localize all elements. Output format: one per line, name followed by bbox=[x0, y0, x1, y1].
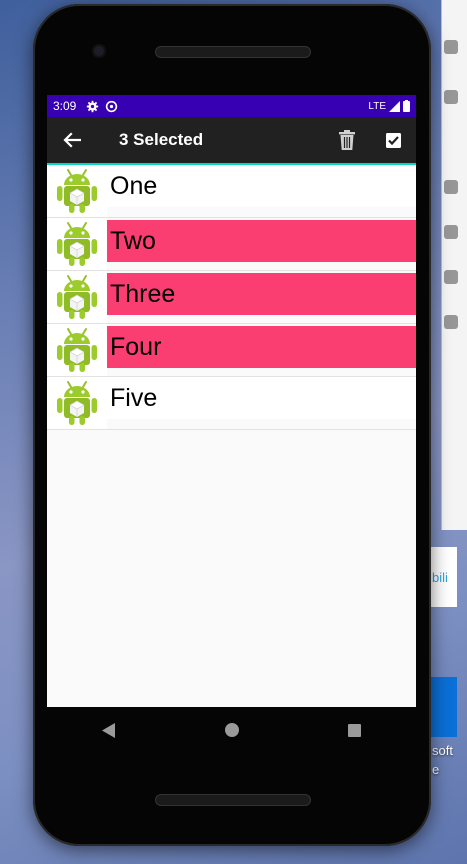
nav-recents-button[interactable] bbox=[335, 710, 375, 750]
panel-icon bbox=[444, 90, 458, 104]
top-speaker bbox=[155, 46, 311, 58]
signal-icon bbox=[389, 100, 400, 112]
delete-button[interactable] bbox=[324, 116, 370, 164]
item-icon-container bbox=[47, 324, 107, 376]
android-robot-icon bbox=[57, 222, 97, 266]
checkbox-checked-icon bbox=[385, 132, 401, 148]
nav-back-triangle-icon bbox=[101, 722, 115, 738]
back-button[interactable] bbox=[47, 116, 97, 164]
list-item[interactable]: Four bbox=[47, 324, 416, 377]
panel-icon bbox=[444, 180, 458, 194]
android-robot-icon bbox=[57, 328, 97, 372]
list-item-label: One bbox=[107, 165, 416, 207]
panel-icon bbox=[444, 315, 458, 329]
list-item-label: Two bbox=[107, 220, 416, 262]
list-item-label: Three bbox=[107, 273, 416, 315]
panel-icon bbox=[444, 40, 458, 54]
item-icon-container bbox=[47, 165, 107, 217]
settings-icon bbox=[87, 100, 99, 112]
item-icon-container bbox=[47, 218, 107, 270]
action-mode-toolbar: 3 Selected bbox=[47, 117, 416, 165]
list-item[interactable]: Three bbox=[47, 271, 416, 324]
list-item[interactable]: Two bbox=[47, 218, 416, 271]
desktop-side-panel bbox=[441, 0, 467, 530]
desktop-app-tile[interactable] bbox=[427, 677, 457, 737]
android-robot-icon bbox=[57, 169, 97, 213]
status-bar: 3:09 LTE bbox=[47, 95, 416, 117]
battery-icon bbox=[403, 100, 410, 112]
panel-icon bbox=[444, 225, 458, 239]
app-screen: 3:09 LTE 3 Selected One Two Three Four F… bbox=[47, 95, 416, 707]
nav-home-button[interactable] bbox=[212, 710, 252, 750]
status-time: 3:09 bbox=[53, 99, 77, 113]
network-type: LTE bbox=[368, 100, 386, 112]
nav-back-button[interactable] bbox=[89, 710, 129, 750]
navigation-bar bbox=[47, 707, 416, 753]
list-item[interactable]: Five bbox=[47, 377, 416, 430]
desktop-app-label: bili bbox=[432, 570, 448, 585]
select-all-button[interactable] bbox=[370, 116, 416, 164]
panel-icon bbox=[444, 270, 458, 284]
android-robot-icon bbox=[57, 275, 97, 319]
arrow-left-icon bbox=[63, 132, 81, 148]
list-item[interactable]: One bbox=[47, 165, 416, 218]
nav-home-circle-icon bbox=[224, 723, 239, 737]
sync-icon bbox=[106, 100, 118, 112]
list-item-label: Four bbox=[107, 326, 416, 368]
bottom-speaker bbox=[155, 794, 311, 806]
item-list: One Two Three Four Five bbox=[47, 165, 416, 430]
phone-frame: 3:09 LTE 3 Selected One Two Three Four F… bbox=[33, 4, 431, 846]
trash-icon bbox=[339, 130, 355, 150]
nav-recents-square-icon bbox=[348, 723, 361, 737]
item-icon-container bbox=[47, 271, 107, 323]
list-item-label: Five bbox=[107, 377, 416, 419]
android-robot-icon bbox=[57, 381, 97, 425]
front-camera bbox=[92, 44, 106, 58]
desktop-app-label: e bbox=[432, 762, 440, 777]
item-icon-container bbox=[47, 377, 107, 429]
desktop-app-label: soft bbox=[432, 743, 453, 758]
selection-count-title: 3 Selected bbox=[119, 130, 204, 149]
